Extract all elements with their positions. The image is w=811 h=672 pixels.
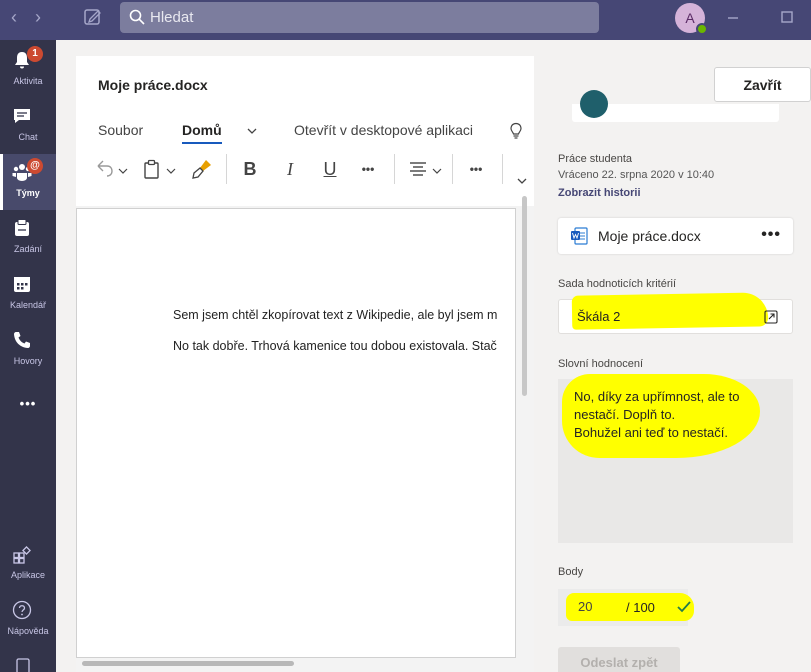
italic-button[interactable]: I (278, 157, 302, 181)
rail-label: Hovory (13, 356, 43, 366)
rail-item-assignments[interactable]: Zadání (0, 210, 56, 266)
word-file-icon (571, 227, 588, 245)
more-options-button[interactable]: ••• (464, 157, 488, 181)
rubric-label: Sada hodnoticích kritérií (558, 278, 677, 290)
search-icon (129, 9, 145, 25)
send-back-button[interactable]: Odeslat zpět (558, 647, 680, 672)
file-more-button[interactable]: ••• (761, 226, 781, 244)
rail-item-more[interactable]: ••• (0, 378, 56, 434)
chevron-down-icon[interactable] (118, 167, 128, 175)
rail-item-help[interactable]: Nápověda (0, 592, 56, 648)
rail-label: Kalendář (9, 300, 47, 310)
app-rail: 1 Aktivita Chat @ Týmy Zadání Kalendář H… (0, 40, 56, 672)
rail-label: Zadání (13, 244, 43, 254)
rail-item-calendar[interactable]: Kalendář (0, 266, 56, 322)
rail-label: Týmy (16, 188, 40, 198)
student-card (572, 90, 779, 122)
rail-item-teams[interactable]: @ Týmy (0, 154, 56, 210)
compose-icon[interactable] (82, 6, 104, 28)
phone-icon (14, 332, 30, 348)
rail-item-apps[interactable]: Aplikace (0, 536, 56, 592)
format-painter-icon[interactable] (190, 157, 214, 181)
horizontal-scrollbar[interactable] (82, 661, 294, 666)
file-name: Moje práce.docx (598, 228, 701, 244)
more-formatting-button[interactable]: ••• (356, 157, 380, 181)
calendar-icon (14, 277, 30, 292)
document-page[interactable]: Sem jsem chtěl zkopírovat text z Wikiped… (76, 208, 516, 658)
chat-icon (14, 109, 30, 123)
ribbon-toolbar: B I U ••• ••• (76, 148, 534, 190)
paste-icon[interactable] (140, 157, 164, 181)
rail-item-chat[interactable]: Chat (0, 98, 56, 154)
assignments-icon (15, 219, 29, 236)
presence-indicator (696, 23, 708, 35)
maximize-icon[interactable] (778, 8, 796, 26)
search-input[interactable] (150, 7, 580, 28)
rail-item-calls[interactable]: Hovory (0, 322, 56, 378)
toolbar-separator (226, 154, 227, 184)
points-label: Body (558, 566, 584, 578)
points-max: / 100 (626, 600, 655, 615)
document-canvas[interactable]: Sem jsem chtěl zkopírovat text z Wikiped… (76, 206, 534, 672)
open-rubric-icon[interactable] (764, 310, 778, 324)
help-icon (12, 600, 32, 620)
student-avatar (580, 90, 608, 118)
back-button[interactable]: ‹ (2, 6, 26, 30)
document-panel: Moje práce.docx Soubor Domů Otevřít v de… (76, 56, 534, 672)
device-icon[interactable] (14, 656, 34, 672)
chevron-down-icon[interactable] (166, 167, 176, 175)
rail-label: Aplikace (10, 570, 46, 580)
search-box[interactable] (120, 2, 599, 33)
checkmark-icon (677, 601, 691, 613)
teams-mention-badge: @ (27, 158, 43, 174)
undo-icon[interactable] (92, 157, 116, 181)
tab-home[interactable]: Domů (182, 122, 222, 144)
document-title: Moje práce.docx (98, 77, 208, 93)
title-bar: ‹ › A (0, 0, 811, 40)
forward-button[interactable]: › (26, 6, 50, 30)
chevron-down-icon[interactable] (516, 176, 528, 186)
rail-label: Aktivita (13, 76, 43, 86)
more-icon: ••• (19, 396, 37, 411)
apps-icon (13, 546, 31, 564)
view-history-link[interactable]: Zobrazit historii (558, 187, 641, 199)
document-paragraph: No tak dobře. Trhová kamenice tou dobou … (173, 339, 497, 353)
chevron-down-icon[interactable] (246, 126, 258, 136)
points-value[interactable]: 20 (578, 599, 592, 614)
student-work-label: Práce studenta (558, 153, 632, 165)
minimize-icon[interactable] (724, 8, 742, 26)
toolbar-separator (394, 154, 395, 184)
file-card[interactable]: Moje práce.docx ••• (558, 218, 793, 254)
avatar-initial: A (685, 10, 695, 26)
rail-item-activity[interactable]: 1 Aktivita (0, 42, 56, 98)
toolbar-separator (452, 154, 453, 184)
underline-button[interactable]: U (318, 157, 342, 181)
document-paragraph: Sem jsem chtěl zkopírovat text z Wikiped… (173, 308, 498, 322)
ribbon-tabs: Soubor Domů Otevřít v desktopové aplikac… (76, 116, 534, 144)
bold-button[interactable]: B (238, 157, 262, 181)
activity-badge: 1 (27, 46, 43, 62)
vertical-scrollbar[interactable] (522, 196, 527, 396)
open-desktop-app-link[interactable]: Otevřít v desktopové aplikaci (294, 122, 473, 138)
chevron-down-icon[interactable] (432, 167, 442, 175)
lightbulb-icon[interactable] (508, 122, 524, 140)
toolbar-separator (502, 154, 503, 184)
feedback-textarea[interactable]: No, díky za upřímnost, ale to nestačí. D… (558, 379, 793, 543)
rail-label: Chat (18, 132, 38, 142)
close-button[interactable]: Zavřít (714, 67, 811, 102)
feedback-label: Slovní hodnocení (558, 358, 644, 370)
align-icon[interactable] (406, 157, 430, 181)
feedback-text: No, díky za upřímnost, ale to nestačí. D… (574, 389, 740, 440)
returned-timestamp: Vráceno 22. srpna 2020 v 10:40 (558, 169, 715, 181)
avatar[interactable]: A (675, 3, 708, 35)
rubric-name: Škála 2 (577, 309, 621, 324)
teams-window: ‹ › A 1 (0, 0, 811, 672)
tab-file[interactable]: Soubor (98, 122, 143, 138)
rail-label: Nápověda (7, 626, 49, 636)
